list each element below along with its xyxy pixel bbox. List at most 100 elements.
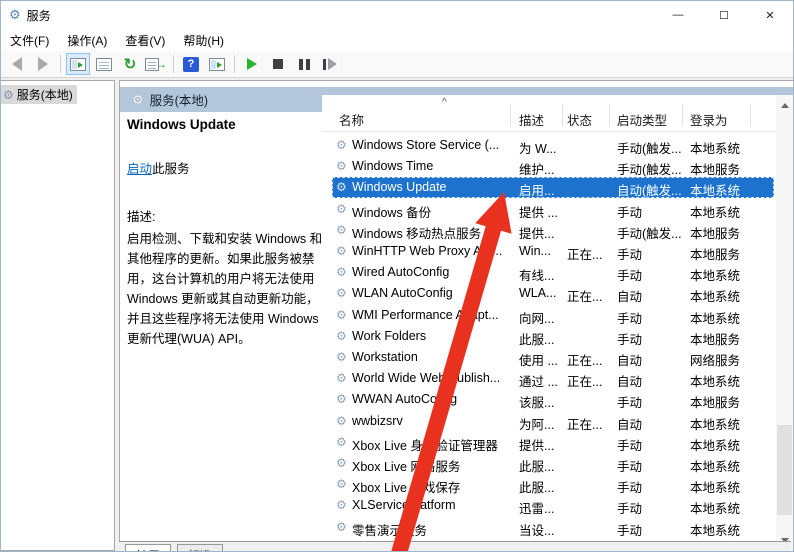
table-row[interactable]: ⚙ Xbox Live 游戏保存 此服... 手动 本地系统 [332, 474, 774, 495]
service-gear-icon: ⚙ [336, 413, 347, 428]
back-icon[interactable] [5, 53, 29, 75]
show-action-pane-icon[interactable] [205, 53, 229, 75]
forward-icon[interactable] [31, 53, 55, 75]
toolbar-separator [60, 55, 61, 73]
service-description-cell: 使用 ... [519, 354, 558, 368]
vertical-scrollbar[interactable] [776, 95, 793, 551]
maximize-button[interactable]: ☐ [701, 1, 747, 29]
table-row[interactable]: ⚙ WWAN AutoConfig 该服... 手动 本地服务 [332, 389, 774, 410]
service-rows: ⚙ Windows Store Service (... 为 W... 手动(触发..… [322, 132, 775, 551]
column-header-name[interactable]: 名称 [339, 110, 364, 129]
service-gear-icon: ⚙ [336, 371, 347, 386]
service-description-cell: 当设... [519, 523, 555, 538]
properties-icon[interactable] [92, 53, 116, 75]
close-button[interactable]: ✕ [747, 1, 793, 29]
table-row[interactable]: ⚙ XLServicePlatform 迅雷... 手动 本地系统 [332, 495, 774, 516]
service-name: 零售演示服务 [352, 523, 428, 538]
tree-item-services-local[interactable]: ⚙ 服务(本地) [1, 85, 77, 104]
menu-help[interactable]: 帮助(H) [174, 30, 233, 51]
service-gear-icon: ⚙ [336, 456, 347, 470]
table-row[interactable]: ⚙ Windows Store Service (... 为 W... 手动(触发..… [332, 135, 774, 156]
stop-service-icon[interactable] [266, 53, 290, 75]
services-window: ⚙ 服务 — ☐ ✕ 文件(F) 操作(A) 查看(V) 帮助(H) ↻ → ? [0, 0, 794, 552]
service-gear-icon: ⚙ [336, 519, 347, 534]
service-logon-as: 本地系统 [690, 269, 741, 284]
table-row[interactable]: ⚙ Windows Update 启用... 自动(触发... 本地系统 [332, 177, 774, 199]
service-description-cell: 为阿... [519, 417, 555, 432]
services-gear-icon: ⚙ [132, 91, 144, 107]
pause-service-icon[interactable] [292, 53, 316, 75]
service-gear-icon: ⚙ [336, 286, 347, 301]
column-header-logon[interactable]: 登录为 [690, 110, 728, 129]
start-service-link[interactable]: 启动 [127, 162, 152, 176]
service-logon-as: 本地系统 [690, 184, 741, 199]
service-logon-as: 本地服务 [690, 163, 741, 178]
table-row[interactable]: ⚙ WMI Performance Adapt... 向网... 手动 本地系统 [332, 305, 774, 326]
table-row[interactable]: ⚙ World Wide Web Publish... 通过 ... 正在... 自动 本… [332, 368, 774, 389]
column-header-startup[interactable]: 启动类型 [617, 110, 667, 129]
window-title: 服务 [26, 8, 51, 23]
service-logon-as: 本地系统 [690, 417, 741, 432]
start-service-link-suffix: 此服务 [152, 162, 190, 176]
minimize-button[interactable]: — [655, 1, 701, 29]
table-row[interactable]: ⚙ wwbizsrv 为阿... 正在... 自动 本地系统 [332, 411, 774, 432]
table-row[interactable]: ⚙ Windows 备份 提供 ... 手动 本地系统 [332, 199, 774, 220]
service-status: 正在... [567, 375, 603, 390]
menu-action[interactable]: 操作(A) [58, 30, 116, 51]
menu-file[interactable]: 文件(F) [1, 30, 58, 51]
service-description-cell: 迅雷... [519, 502, 555, 517]
service-logon-as: 本地服务 [690, 248, 741, 262]
show-console-tree-icon[interactable] [66, 53, 90, 75]
service-startup-type: 手动 [617, 332, 643, 347]
service-action-line: 启动此服务 [127, 158, 329, 177]
tab-extended[interactable]: 扩展 [125, 544, 172, 551]
service-name: Xbox Live 游戏保存 [352, 481, 461, 496]
start-service-icon[interactable] [240, 53, 264, 75]
service-name: wwbizsrv [352, 413, 403, 428]
service-logon-as: 本地系统 [690, 375, 741, 390]
service-description-cell: 向网... [519, 311, 555, 326]
help-icon[interactable]: ? [179, 53, 203, 75]
service-description-cell: 提供 ... [519, 205, 558, 220]
table-row[interactable]: ⚙ WLAN AutoConfig WLA... 正在... 自动 本地系统 [332, 283, 774, 304]
table-row[interactable]: ⚙ Work Folders 此服... 手动 本地服务 [332, 326, 774, 347]
service-detail-panel: Windows Update 启动此服务 描述: 启用检测、下载和安装 Wind… [127, 112, 329, 551]
service-gear-icon: ⚙ [336, 307, 347, 322]
service-gear-icon: ⚙ [336, 392, 347, 407]
service-name: Windows Update [352, 180, 447, 195]
service-startup-type: 手动 [617, 311, 643, 326]
service-name: WLAN AutoConfig [352, 286, 453, 301]
service-startup-type: 自动 [617, 375, 643, 390]
table-row[interactable]: ⚙ 零售演示服务 当设... 手动 本地系统 [332, 517, 774, 538]
services-pane: ⚙ 服务(本地) Windows Update 启动此服务 描述: 启用检测、下… [119, 80, 793, 551]
tab-standard[interactable]: 标准 [177, 544, 224, 551]
table-row[interactable]: ⚙ Workstation 使用 ... 正在... 自动 网络服务 [332, 347, 774, 368]
refresh-icon[interactable]: ↻ [118, 53, 142, 75]
restart-service-icon[interactable] [318, 53, 342, 75]
column-header-desc[interactable]: 描述 [519, 110, 544, 129]
menu-view[interactable]: 查看(V) [116, 30, 174, 51]
table-row[interactable]: ⚙ Wired AutoConfig 有线... 手动 本地系统 [332, 262, 774, 283]
service-description-cell: 此服... [519, 332, 555, 347]
export-list-icon[interactable]: → [144, 53, 168, 75]
table-row[interactable]: ⚙ Windows 移动热点服务 提供... 手动(触发... 本地服务 [332, 220, 774, 241]
service-logon-as: 网络服务 [690, 354, 741, 368]
service-description-cell: 提供... [519, 226, 555, 241]
scrollbar-thumb[interactable] [777, 425, 792, 515]
service-description-cell: 启用... [519, 184, 555, 199]
column-header-status[interactable]: 状态 [567, 110, 592, 129]
service-logon-as: 本地系统 [690, 460, 741, 474]
scroll-up-icon[interactable] [776, 97, 793, 114]
table-row[interactable]: ⚙ Windows Time 维护... 手动(触发... 本地服务 [332, 156, 774, 177]
service-logon-as: 本地服务 [690, 396, 741, 411]
table-row[interactable]: ⚙ WinHTTP Web Proxy Aut... Win... 正在... 手动 本地… [332, 241, 774, 262]
service-logon-as: 本地系统 [690, 438, 741, 453]
table-row[interactable]: ⚙ Xbox Live 身份验证管理器 提供... 手动 本地系统 [332, 432, 774, 453]
sort-ascending-icon: ^ [442, 97, 447, 108]
service-startup-type: 自动 [617, 354, 643, 368]
service-gear-icon: ⚙ [336, 180, 347, 195]
table-row[interactable]: ⚙ Xbox Live 网络服务 此服... 手动 本地系统 [332, 453, 774, 474]
taskpad-header-label: 服务(本地) [149, 94, 208, 108]
menu-bar: 文件(F) 操作(A) 查看(V) 帮助(H) [1, 29, 793, 51]
service-status: 正在... [567, 290, 603, 305]
